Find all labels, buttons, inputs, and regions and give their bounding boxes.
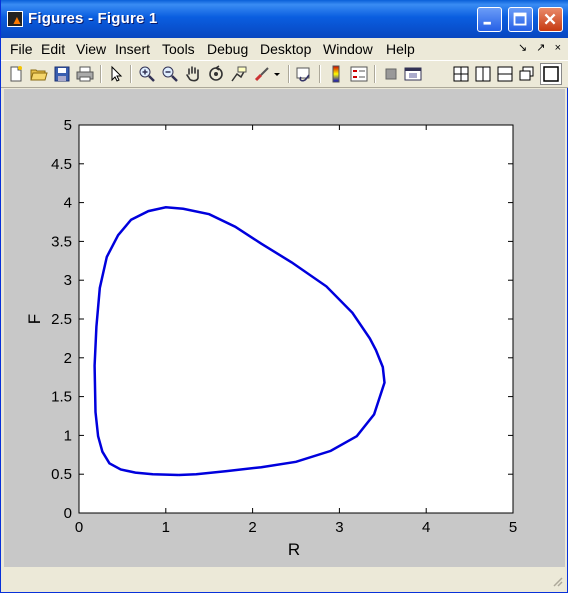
close-figure-icon[interactable]: × xyxy=(555,42,561,54)
axes-background xyxy=(78,124,514,514)
maximize-icon[interactable] xyxy=(540,63,562,85)
figure-window: ▲ Figures - Figure 1 File Edit View Inse… xyxy=(0,0,568,593)
x-tick-label: 2 xyxy=(248,519,256,536)
figure-toolbar xyxy=(1,60,568,88)
colorbar-icon[interactable] xyxy=(327,65,345,83)
menu-tools[interactable]: Tools xyxy=(162,41,195,57)
minimize-icon xyxy=(483,21,491,25)
x-tick-label: 3 xyxy=(335,519,343,536)
data-cursor-icon[interactable] xyxy=(230,65,248,83)
menu-debug[interactable]: Debug xyxy=(207,41,248,57)
tile-columns-icon[interactable] xyxy=(474,65,492,83)
float-icon[interactable] xyxy=(518,65,536,83)
y-tick-label: 0.5 xyxy=(51,466,72,483)
menu-file[interactable]: File xyxy=(10,41,33,57)
menu-edit[interactable]: Edit xyxy=(41,41,65,57)
toolbar-separator xyxy=(374,65,376,83)
menu-insert[interactable]: Insert xyxy=(115,41,150,57)
hide-plot-tools-icon[interactable] xyxy=(382,65,400,83)
y-axis-label: F xyxy=(25,314,44,324)
pan-hand-icon[interactable] xyxy=(184,65,202,83)
menu-desktop[interactable]: Desktop xyxy=(260,41,311,57)
matlab-logo-icon: ▲ xyxy=(7,11,23,27)
menu-window[interactable]: Window xyxy=(323,41,373,57)
y-tick-label: 3.5 xyxy=(51,233,72,250)
status-bar xyxy=(4,567,565,589)
link-plot-icon[interactable] xyxy=(295,65,313,83)
rotate-3d-icon[interactable] xyxy=(207,65,225,83)
x-tick-label: 4 xyxy=(422,519,430,536)
zoom-in-icon[interactable] xyxy=(138,65,156,83)
figure-canvas: 0 1 2 3 4 5 0 0.5 1 1.5 2 2.5 3 3.5 4 4.5 5 R F xyxy=(4,89,565,567)
brush-icon[interactable] xyxy=(253,65,271,83)
save-icon[interactable] xyxy=(53,65,71,83)
pointer-icon[interactable] xyxy=(107,65,125,83)
tile-grid-icon[interactable] xyxy=(452,65,470,83)
toolbar-separator xyxy=(100,65,102,83)
close-button[interactable] xyxy=(538,7,563,32)
new-figure-icon[interactable] xyxy=(7,65,25,83)
window-title: Figures - Figure 1 xyxy=(28,10,158,27)
x-axis-label: R xyxy=(288,540,300,559)
toolbar-separator xyxy=(130,65,132,83)
y-tick-label: 1 xyxy=(64,427,72,444)
y-tick-label: 5 xyxy=(64,117,72,134)
menu-bar: File Edit View Insert Tools Debug Deskto… xyxy=(1,38,568,60)
maximize-button[interactable] xyxy=(508,7,533,32)
title-bar[interactable]: ▲ Figures - Figure 1 xyxy=(1,0,568,38)
tile-rows-icon[interactable] xyxy=(496,65,514,83)
zoom-out-icon[interactable] xyxy=(161,65,179,83)
toolbar-separator xyxy=(288,65,290,83)
undock-icon[interactable]: ↘ xyxy=(518,41,527,54)
menu-view[interactable]: View xyxy=(76,41,106,57)
maximize-icon xyxy=(513,12,527,26)
y-tick-label: 1.5 xyxy=(51,389,72,406)
x-tick-label: 1 xyxy=(162,519,170,536)
x-tick-label: 0 xyxy=(75,519,83,536)
dock-icon[interactable]: ↗ xyxy=(536,41,545,54)
print-icon[interactable] xyxy=(76,65,94,83)
menu-help[interactable]: Help xyxy=(386,41,415,57)
y-tick-label: 3 xyxy=(64,272,72,289)
open-file-icon[interactable] xyxy=(30,65,48,83)
y-tick-label: 4 xyxy=(64,195,72,212)
x-tick-label: 5 xyxy=(509,519,517,536)
minimize-button[interactable] xyxy=(477,7,502,32)
resize-grip-icon[interactable] xyxy=(551,575,563,587)
y-tick-label: 2.5 xyxy=(51,311,72,328)
y-tick-label: 0 xyxy=(64,505,72,522)
brush-dropdown-icon[interactable] xyxy=(272,65,282,83)
dock-controls: ↘ ↗ × xyxy=(512,41,561,54)
close-icon xyxy=(544,13,556,25)
show-plot-tools-icon[interactable] xyxy=(404,65,422,83)
legend-icon[interactable] xyxy=(350,65,368,83)
y-tick-label: 2 xyxy=(64,350,72,367)
y-tick-label: 4.5 xyxy=(51,156,72,173)
toolbar-separator xyxy=(319,65,321,83)
plot-svg[interactable]: 0 1 2 3 4 5 0 0.5 1 1.5 2 2.5 3 3.5 4 4.5 5 R F xyxy=(4,89,565,567)
